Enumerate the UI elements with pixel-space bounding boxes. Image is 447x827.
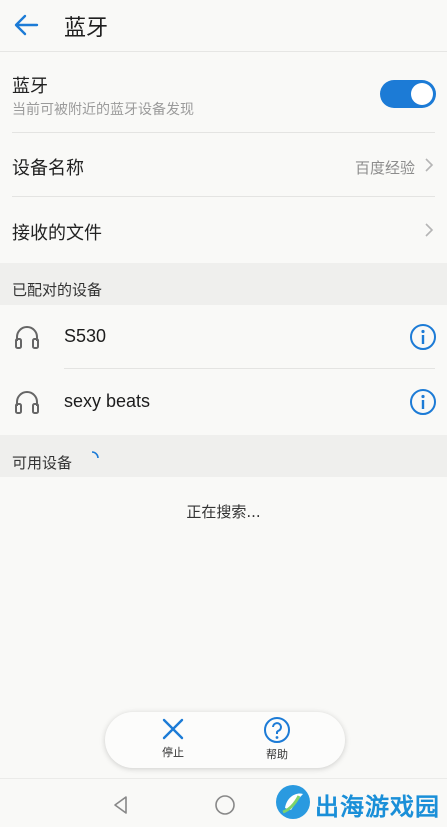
help-icon (264, 717, 290, 743)
watermark-logo (276, 785, 310, 819)
bottom-action-bar: 停止 帮助 (105, 712, 345, 768)
watermark-text: 出海游戏园 (315, 793, 440, 821)
info-icon[interactable] (409, 388, 437, 416)
back-button[interactable] (10, 8, 44, 42)
info-icon[interactable] (409, 323, 437, 351)
device-name-value: 百度经验 (354, 159, 415, 177)
paired-section-label: 已配对的设备 (12, 281, 103, 299)
available-section-label: 可用设备 (12, 454, 73, 472)
stop-button[interactable]: 停止 (143, 716, 203, 766)
paired-device-name: sexy beats (64, 391, 151, 411)
available-section-header: 可用设备 (0, 435, 447, 477)
paired-device-name: S530 (64, 326, 107, 346)
app-header: 蓝牙 (0, 0, 447, 52)
bluetooth-label: 蓝牙 (12, 76, 48, 97)
bluetooth-switch[interactable] (380, 80, 436, 108)
switch-knob (411, 83, 433, 105)
chevron-right-icon (425, 158, 434, 172)
headphones-icon (15, 391, 39, 414)
page-title: 蓝牙 (64, 16, 109, 41)
close-icon (162, 718, 184, 740)
loading-spinner-icon (91, 451, 99, 459)
watermark: 出海游戏园 (265, 778, 447, 827)
arrow-left-icon (14, 14, 39, 36)
searching-status: 正在搜索... (186, 503, 261, 521)
home-circle-icon[interactable] (214, 794, 236, 816)
bluetooth-visibility-text: 当前可被附近的蓝牙设备发现 (12, 102, 194, 118)
chevron-right-icon (425, 223, 434, 237)
headphones-icon (15, 326, 39, 349)
help-button[interactable]: 帮助 (247, 716, 307, 766)
help-label: 帮助 (266, 748, 288, 761)
device-name-label: 设备名称 (12, 158, 84, 179)
paired-section-header: 已配对的设备 (0, 263, 447, 305)
received-files-label: 接收的文件 (12, 223, 102, 244)
stop-label: 停止 (162, 746, 184, 759)
back-triangle-icon[interactable] (110, 794, 132, 816)
